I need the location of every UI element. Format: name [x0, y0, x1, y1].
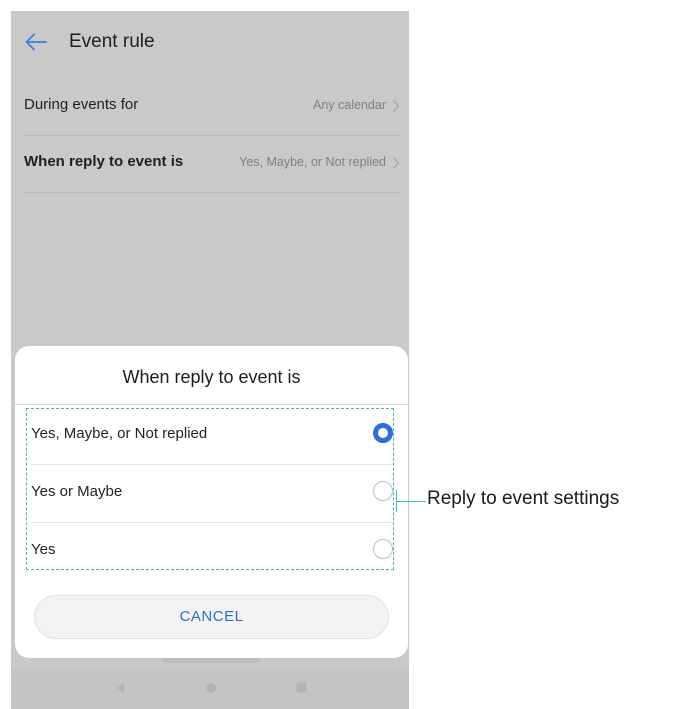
radio-unchecked-icon[interactable] [373, 539, 393, 559]
option-label: Yes, Maybe, or Not replied [31, 425, 208, 442]
dialog-title: When reply to event is [122, 367, 301, 387]
chevron-right-icon [393, 157, 400, 169]
page-title: Event rule [69, 31, 155, 52]
setting-row-reply[interactable]: When reply to event is Yes, Maybe, or No… [24, 136, 400, 193]
setting-label: When reply to event is [24, 153, 184, 170]
option-label: Yes [31, 541, 56, 558]
arrow-left-icon[interactable] [25, 33, 47, 51]
nav-home-icon[interactable] [205, 682, 217, 694]
radio-unchecked-icon[interactable] [373, 481, 393, 501]
setting-row-during-events[interactable]: During events for Any calendar [24, 79, 400, 136]
setting-value: Yes, Maybe, or Not replied [239, 155, 386, 169]
option-label: Yes or Maybe [31, 483, 123, 500]
app-header: Event rule [11, 11, 409, 71]
nav-back-icon[interactable] [115, 682, 125, 694]
divider [15, 404, 408, 405]
option-yes[interactable]: Yes [31, 522, 397, 580]
chevron-right-icon [393, 100, 400, 112]
nav-recent-icon[interactable] [296, 682, 307, 693]
cancel-button[interactable]: CANCEL [34, 595, 389, 639]
setting-value: Any calendar [313, 98, 386, 112]
system-nav-bar [11, 668, 409, 709]
option-yes-or-maybe[interactable]: Yes or Maybe [31, 464, 397, 522]
callout-label: Reply to event settings [427, 488, 620, 509]
option-yes-maybe-not-replied[interactable]: Yes, Maybe, or Not replied [31, 406, 397, 464]
setting-label: During events for [24, 96, 139, 113]
callout-line [396, 501, 426, 502]
radio-checked-icon[interactable] [373, 423, 393, 443]
reply-dialog: When reply to event is Yes, Maybe, or No… [15, 346, 408, 658]
